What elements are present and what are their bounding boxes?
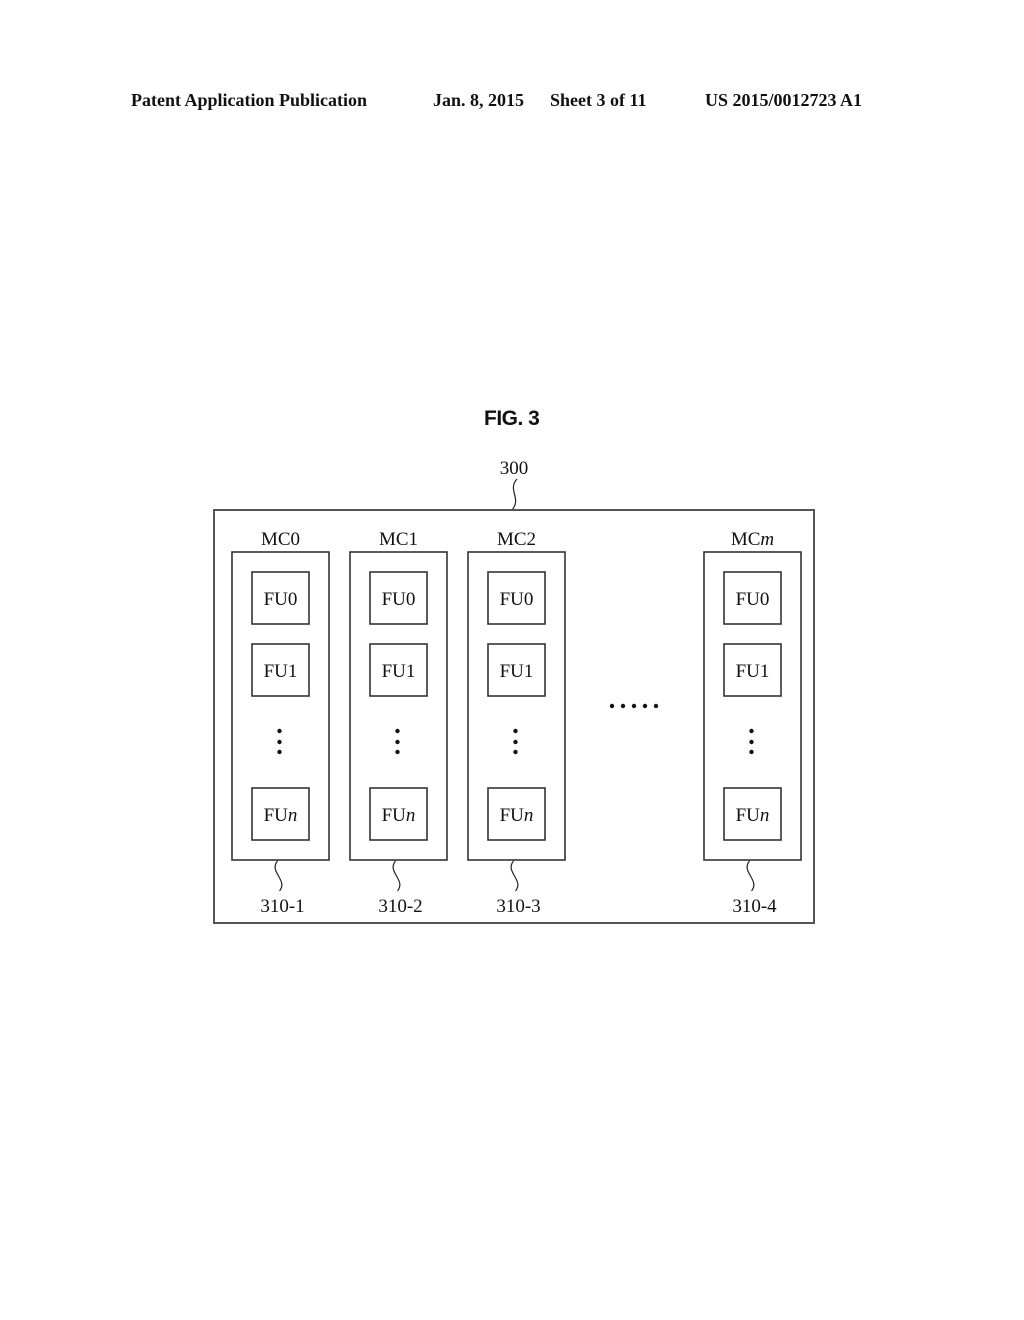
column-ref-label: 310-3 bbox=[496, 896, 540, 917]
column-ellipsis bbox=[609, 703, 659, 709]
ellipsis-dot bbox=[653, 703, 659, 709]
functional-unit-label: FUn bbox=[264, 805, 298, 826]
outer-ref-leader bbox=[511, 478, 518, 511]
outer-ref-label: 300 bbox=[500, 458, 529, 479]
functional-unit-label: FU1 bbox=[264, 661, 298, 682]
columns: MC0 FU0 FU1 FUn 310-1 MC1 FU0 FU1 FUn 310-2 MC2 FU0… bbox=[231, 529, 802, 917]
ellipsis-dot bbox=[609, 703, 615, 709]
unit-ellipsis-dot bbox=[513, 739, 518, 745]
column-label: MC2 bbox=[497, 529, 536, 550]
column-ref-label: 310-2 bbox=[378, 896, 422, 917]
column-ref-leader bbox=[274, 860, 283, 892]
unit-ellipsis-dot bbox=[513, 749, 518, 755]
figure-diagram: 300 MC0FU0FU1FUn310-1MC1FU0FU1FUn310-2MC… bbox=[213, 458, 815, 924]
unit-ellipsis-dot bbox=[395, 728, 400, 734]
functional-unit-label: FU1 bbox=[500, 661, 534, 682]
unit-ellipsis-dot bbox=[395, 739, 400, 745]
functional-unit-label: FUn bbox=[382, 805, 416, 826]
unit-ellipsis-dot bbox=[749, 728, 754, 734]
column-ref-leader bbox=[392, 860, 401, 892]
unit-ellipsis-dot bbox=[277, 728, 282, 734]
ellipsis-dot bbox=[631, 703, 637, 709]
functional-unit-label: FU0 bbox=[500, 589, 534, 610]
unit-ellipsis-dot bbox=[395, 749, 400, 755]
unit-ellipsis-dot bbox=[513, 728, 518, 734]
memory-column-mc1: MC1 FU0 FU1 FUn 310-2 bbox=[349, 529, 448, 917]
functional-unit-label: FU0 bbox=[736, 589, 770, 610]
ellipsis-dot bbox=[620, 703, 626, 709]
column-label: MC1 bbox=[379, 529, 418, 550]
unit-ellipsis-dot bbox=[277, 749, 282, 755]
memory-column-mcm: MCm FU0 FU1 FUn 310-4 bbox=[703, 529, 802, 917]
functional-unit-label: FUn bbox=[500, 805, 534, 826]
memory-column-mc0: MC0 FU0 FU1 FUn 310-1 bbox=[231, 529, 330, 917]
column-ref-leader bbox=[746, 860, 755, 892]
unit-ellipsis-dot bbox=[749, 739, 754, 745]
unit-ellipsis-dot bbox=[277, 739, 282, 745]
ellipsis-dot bbox=[642, 703, 648, 709]
column-label: MC0 bbox=[261, 529, 300, 550]
functional-unit-label: FU0 bbox=[264, 589, 298, 610]
column-label: MCm bbox=[731, 529, 774, 550]
functional-unit-label: FU1 bbox=[736, 661, 770, 682]
column-ref-leader bbox=[510, 860, 519, 892]
column-ref-label: 310-1 bbox=[260, 896, 304, 917]
column-ref-label: 310-4 bbox=[732, 896, 777, 917]
functional-unit-label: FU1 bbox=[382, 661, 416, 682]
functional-unit-label: FU0 bbox=[382, 589, 416, 610]
functional-unit-label: FUn bbox=[736, 805, 770, 826]
memory-column-mc2: MC2 FU0 FU1 FUn 310-3 bbox=[467, 529, 566, 917]
unit-ellipsis-dot bbox=[749, 749, 754, 755]
